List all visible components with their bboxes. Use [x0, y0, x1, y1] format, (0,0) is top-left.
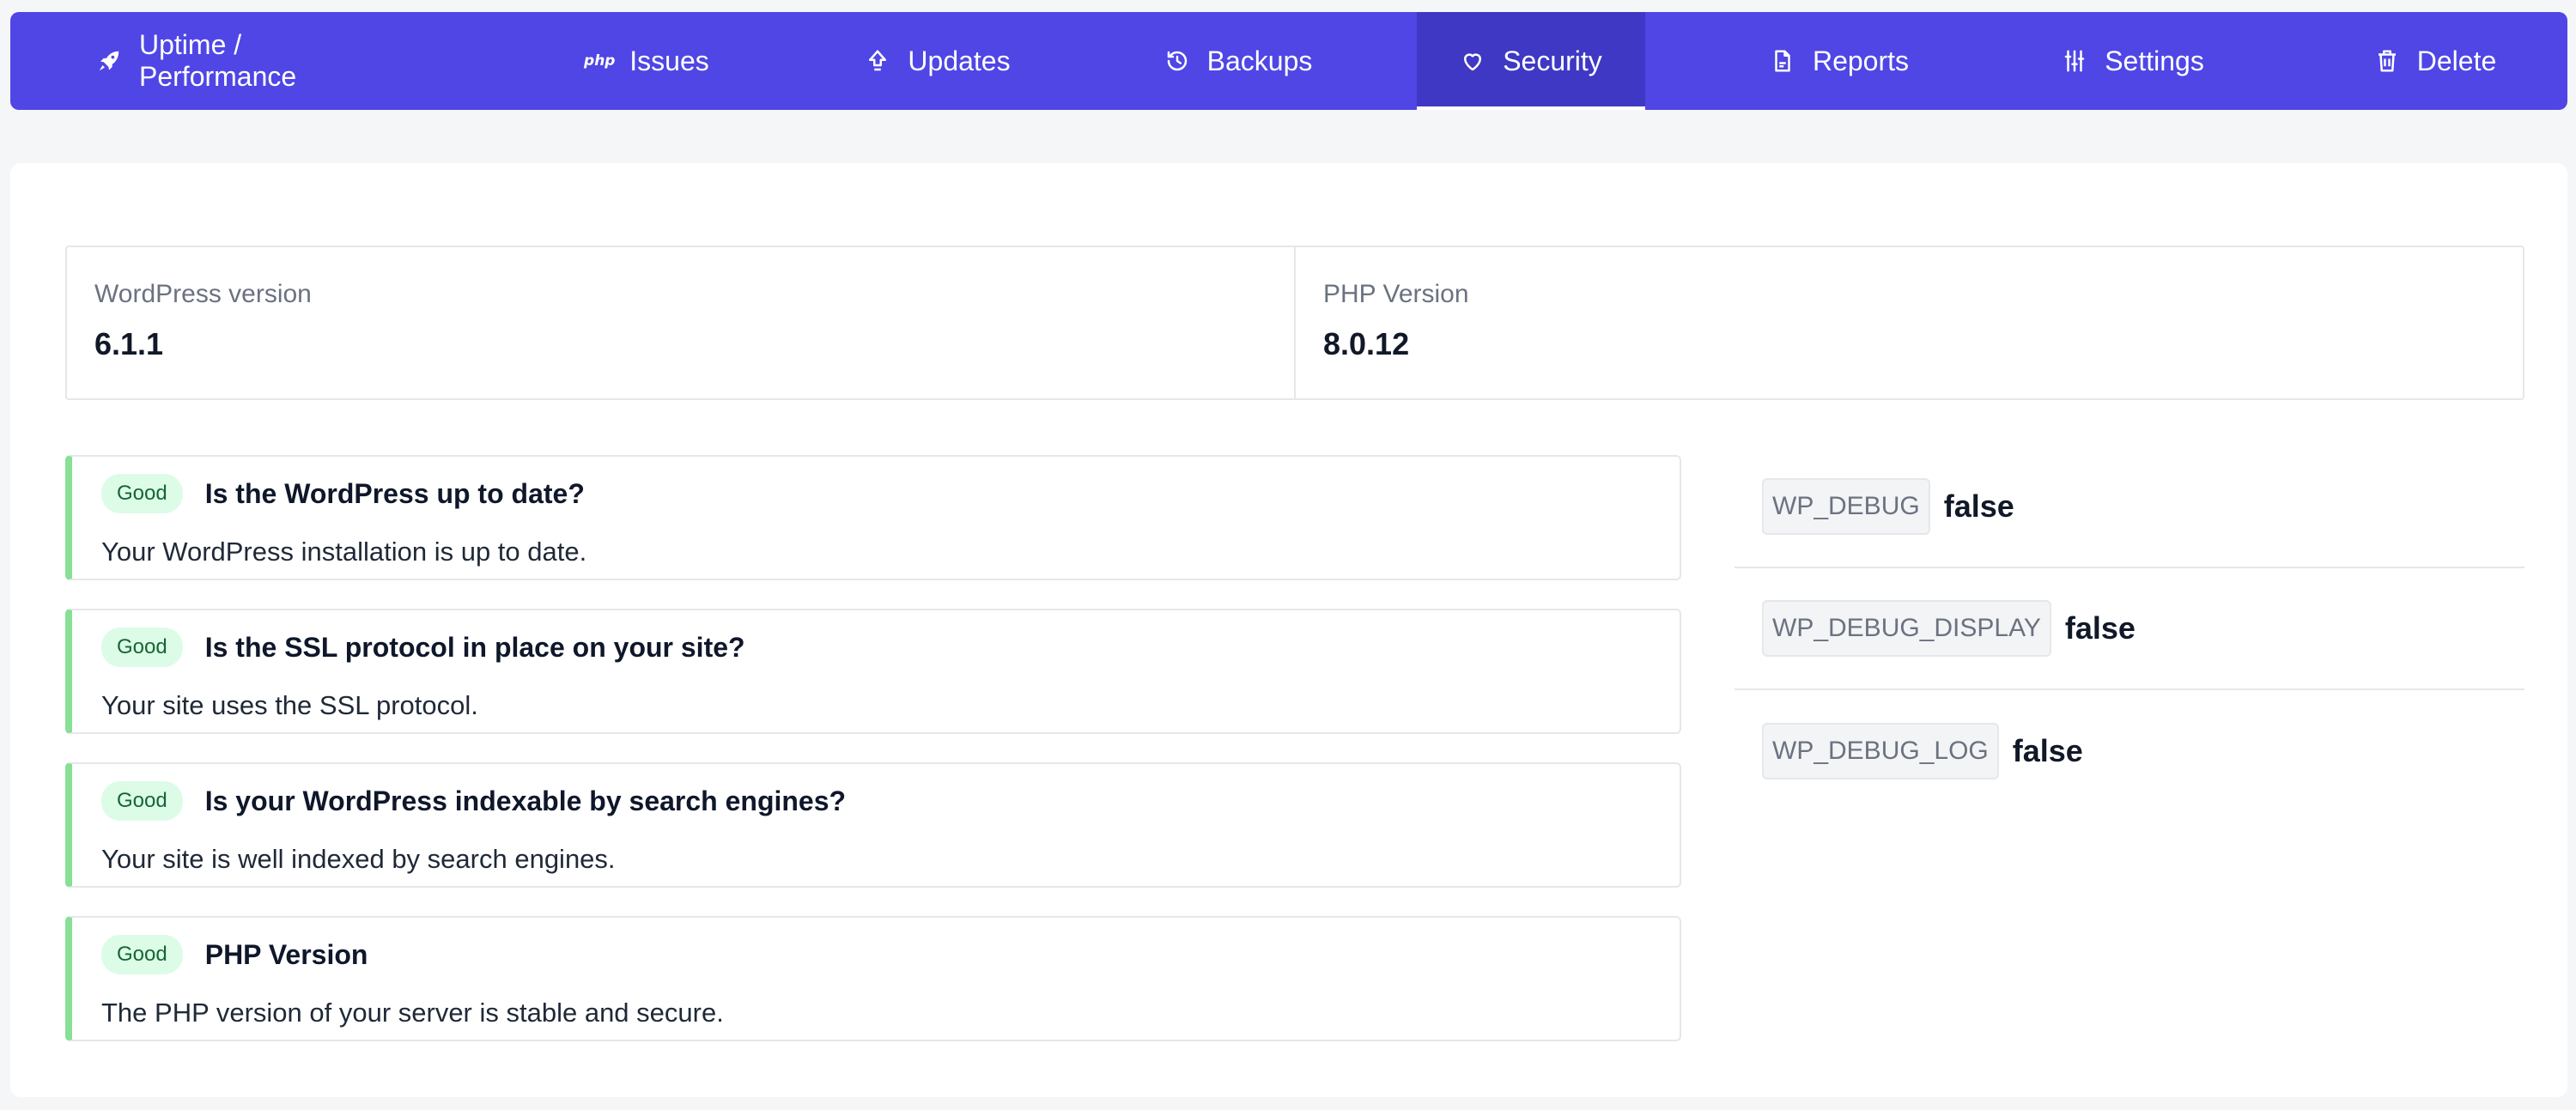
- tab-label: Uptime / Performance: [139, 29, 297, 92]
- tab-delete[interactable]: Delete: [2349, 12, 2521, 110]
- debug-value: false: [2012, 733, 2083, 768]
- check-description: Your site uses the SSL protocol.: [101, 690, 478, 720]
- check-description: Your WordPress installation is up to dat…: [101, 537, 587, 567]
- stat-label: PHP Version: [1323, 280, 1469, 308]
- php-icon: php: [584, 52, 616, 70]
- debug-key: WP_DEBUG: [1762, 478, 1930, 535]
- heart-icon: [1460, 48, 1485, 74]
- check-title: Is the SSL protocol in place on your sit…: [204, 631, 745, 663]
- debug-key: WP_DEBUG_DISPLAY: [1762, 600, 2051, 657]
- status-badge: Good: [101, 781, 183, 821]
- status-badge: Good: [101, 935, 183, 974]
- debug-row: WP_DEBUG_LOG false: [1735, 690, 2524, 812]
- tab-label: Issues: [629, 45, 709, 76]
- stat-php-version: PHP Version 8.0.12: [1294, 247, 2523, 398]
- check-item: Good Is your WordPress indexable by sear…: [65, 762, 1681, 888]
- debug-row: WP_DEBUG_DISPLAY false: [1735, 568, 2524, 690]
- check-item: Good Is the SSL protocol in place on you…: [65, 609, 1681, 734]
- tab-label: Delete: [2416, 45, 2497, 76]
- stat-value: 8.0.12: [1323, 326, 1410, 361]
- top-navigation: Uptime / Performance php Issues Updates …: [10, 12, 2567, 110]
- tab-label: Settings: [2105, 45, 2204, 76]
- history-icon: [1164, 48, 1190, 74]
- tab-security[interactable]: Security: [1417, 12, 1645, 110]
- rocket-icon: [96, 48, 122, 74]
- tab-label: Security: [1503, 45, 1602, 76]
- security-panel: WordPress version 6.1.1 PHP Version 8.0.…: [10, 163, 2567, 1097]
- check-description: Your site is well indexed by search engi…: [101, 844, 616, 874]
- tab-backups[interactable]: Backups: [1152, 12, 1324, 110]
- version-stats: WordPress version 6.1.1 PHP Version 8.0.…: [65, 246, 2524, 400]
- check-item: Good Is the WordPress up to date? Your W…: [65, 455, 1681, 580]
- debug-value: false: [2064, 610, 2136, 646]
- check-title: Is your WordPress indexable by search en…: [204, 785, 847, 816]
- check-header: Good PHP Version: [101, 933, 1650, 976]
- debug-constants: WP_DEBUG false WP_DEBUG_DISPLAY false WP…: [1735, 446, 2524, 812]
- stat-value: 6.1.1: [94, 326, 164, 361]
- debug-key: WP_DEBUG_LOG: [1762, 723, 1999, 779]
- arrow-up-icon: [865, 48, 890, 74]
- check-title: Is the WordPress up to date?: [204, 477, 585, 509]
- check-header: Good Is the WordPress up to date?: [101, 472, 1650, 515]
- tab-updates[interactable]: Updates: [852, 12, 1024, 110]
- stat-label: WordPress version: [94, 280, 312, 308]
- tab-reports[interactable]: Reports: [1753, 12, 1925, 110]
- security-checks: Good Is the WordPress up to date? Your W…: [65, 455, 1681, 1070]
- sliders-icon: [2062, 48, 2087, 74]
- tab-uptime-performance[interactable]: Uptime / Performance: [96, 12, 371, 110]
- status-badge: Good: [101, 628, 183, 667]
- trash-icon: [2374, 48, 2400, 74]
- check-header: Good Is your WordPress indexable by sear…: [101, 779, 1650, 822]
- check-header: Good Is the SSL protocol in place on you…: [101, 626, 1650, 669]
- check-title: PHP Version: [204, 938, 368, 970]
- tab-issues[interactable]: php Issues: [573, 12, 723, 110]
- status-badge: Good: [101, 474, 183, 513]
- tab-settings[interactable]: Settings: [2047, 12, 2219, 110]
- tab-label: Updates: [908, 45, 1011, 76]
- debug-value: false: [1943, 488, 2014, 524]
- debug-row: WP_DEBUG false: [1735, 446, 2524, 568]
- stat-wordpress-version: WordPress version 6.1.1: [67, 247, 1294, 398]
- check-item: Good PHP Version The PHP version of your…: [65, 916, 1681, 1041]
- document-icon: [1770, 48, 1795, 74]
- tab-label: Backups: [1206, 45, 1313, 76]
- tab-label: Reports: [1812, 45, 1910, 76]
- check-description: The PHP version of your server is stable…: [101, 998, 724, 1028]
